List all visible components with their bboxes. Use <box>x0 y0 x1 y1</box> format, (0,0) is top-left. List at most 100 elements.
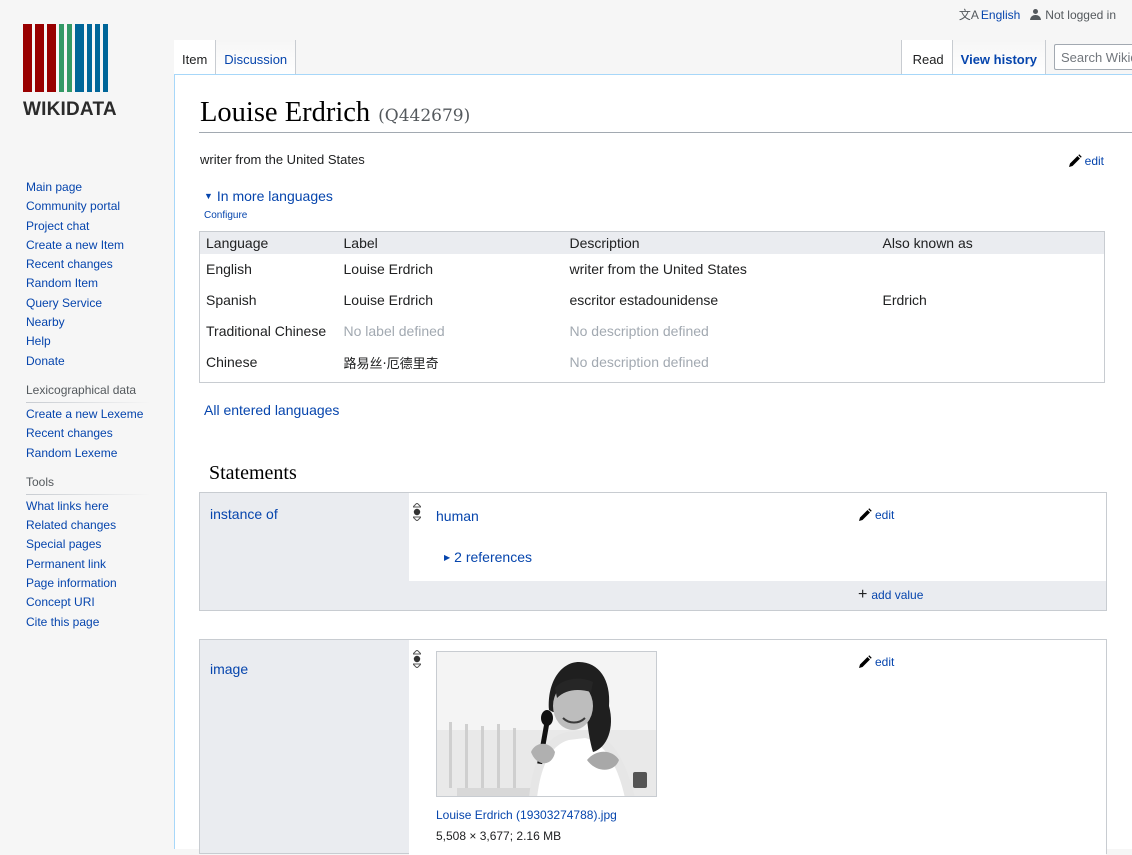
table-row: English Louise Erdrich writer from the U… <box>200 254 1105 285</box>
logo-wordmark: WIKIDATA <box>23 99 117 120</box>
sidebar-item: Random Lexeme <box>26 444 175 463</box>
row-label: 路易丝·厄德里奇 <box>343 356 439 372</box>
sidebar-item: Cite this page <box>26 613 175 632</box>
row-label: Louise Erdrich <box>343 261 434 277</box>
entity-description: writer from the United States <box>200 152 365 167</box>
sidebar-item: Main page <box>26 178 175 197</box>
table-row: Traditional Chinese No label defined No … <box>200 316 1105 347</box>
sidebar-link[interactable]: Cite this page <box>26 615 99 629</box>
tab-read[interactable]: Read <box>900 40 952 74</box>
tab-item[interactable]: Item <box>174 40 216 74</box>
sidebar-link[interactable]: What links here <box>26 499 109 513</box>
tab-view-history[interactable]: View history <box>951 40 1046 74</box>
sidebar-link[interactable]: Create a new Lexeme <box>26 407 143 421</box>
logo-bar <box>75 24 84 92</box>
user-status: Not logged in <box>1030 8 1116 22</box>
sidebar-item: Recent changes <box>26 424 175 443</box>
sidebar-item: Create a new Lexeme <box>26 405 175 424</box>
translate-icon: 文A <box>958 8 979 22</box>
sidebar-link[interactable]: Project chat <box>26 219 89 233</box>
value-link-human[interactable]: human <box>436 508 479 524</box>
edit-label: edit <box>875 655 895 669</box>
rank-selector-icon[interactable] <box>411 649 423 671</box>
references-toggle[interactable]: ▶ 2 references <box>444 549 532 565</box>
property-link-instance-of[interactable]: instance of <box>210 506 278 522</box>
statement-group-image: image Louise Erdrich (19303274788).jpg 5… <box>199 639 1107 855</box>
search-placeholder: Search Wikidata <box>1061 50 1132 65</box>
sidebar-item: Special pages <box>26 535 175 554</box>
image-thumbnail[interactable] <box>436 651 657 797</box>
entity-label: Louise Erdrich <box>200 97 371 128</box>
sidebar-link[interactable]: Donate <box>26 354 65 368</box>
references-label: 2 references <box>454 549 532 565</box>
table-row: Chinese 路易丝·厄德里奇 No description defined <box>200 347 1105 383</box>
sidebar-link[interactable]: Recent changes <box>26 426 113 440</box>
sidebar-link[interactable]: Main page <box>26 180 82 194</box>
rank-selector-icon[interactable] <box>411 502 423 524</box>
plus-icon: + <box>858 586 868 603</box>
view-history-label: View history <box>960 52 1037 67</box>
user-icon <box>1030 8 1042 20</box>
row-description: escritor estadounidense <box>569 292 719 308</box>
edit-label: edit <box>1084 154 1104 168</box>
sidebar-item: Concept URI <box>26 593 175 612</box>
statement-edit-button[interactable]: edit <box>858 655 894 669</box>
sidebar-link[interactable]: Page information <box>26 576 117 590</box>
sidebar-link[interactable]: Create a new Item <box>26 238 124 252</box>
pencil-icon <box>1068 154 1082 168</box>
description-edit-button[interactable]: edit <box>1068 154 1104 168</box>
language-link[interactable]: English <box>981 8 1020 22</box>
logo-bar <box>35 24 44 92</box>
language-selector[interactable]: 文A English <box>959 6 1020 23</box>
entity-id: (Q442679) <box>378 106 471 126</box>
image-file-link[interactable]: Louise Erdrich (19303274788).jpg <box>436 808 617 822</box>
sidebar-lexeme: Create a new Lexeme Recent changes Random … <box>0 405 175 463</box>
row-aliases <box>877 254 1105 285</box>
logo-barcode <box>23 24 149 92</box>
row-description: No description defined <box>569 323 709 339</box>
statement-edit-button[interactable]: edit <box>858 508 894 522</box>
statement-values: Louise Erdrich (19303274788).jpg 5,508 ×… <box>409 640 1106 855</box>
view-tabs: Read View history Search Wikidata <box>900 40 1132 74</box>
main-content: Louise Erdrich (Q442679) writer from the … <box>174 74 1132 855</box>
sidebar-link[interactable]: Related changes <box>26 518 116 532</box>
sidebar-link[interactable]: Query Service <box>26 296 102 310</box>
sidebar-item: Create a new Item <box>26 236 175 255</box>
wikidata-logo[interactable]: WIKIDATA <box>23 24 149 121</box>
sidebar-link[interactable]: Random Item <box>26 276 98 290</box>
sidebar-link[interactable]: Recent changes <box>26 257 113 271</box>
statements-heading: Statements <box>209 462 297 484</box>
table-header-row: Language Label Description Also known as <box>199 231 1105 254</box>
sidebar-item: Permanent link <box>26 555 175 574</box>
statement-values: human ▶ 2 references edit <box>409 493 1106 581</box>
property-link-image[interactable]: image <box>210 661 248 677</box>
sidebar-link[interactable]: Concept URI <box>26 595 95 609</box>
sidebar-link[interactable]: Permanent link <box>26 557 106 571</box>
logo-bar <box>23 24 32 92</box>
tab-discussion[interactable]: Discussion <box>215 40 297 74</box>
row-language: Spanish <box>206 292 257 308</box>
sidebar-link[interactable]: Special pages <box>26 537 101 551</box>
sidebar-link[interactable]: Help <box>26 334 51 348</box>
row-description: No description defined <box>569 354 709 371</box>
more-languages-toggle[interactable]: ▼ In more languages <box>204 188 333 204</box>
page-title: Louise Erdrich (Q442679) <box>200 97 470 129</box>
search-input[interactable]: Search Wikidata <box>1054 44 1132 70</box>
sidebar-link[interactable]: Community portal <box>26 199 120 213</box>
personal-tools: 文A English Not logged in <box>959 6 1116 23</box>
sidebar-link[interactable]: Random Lexeme <box>26 446 117 460</box>
all-entered-languages-link[interactable]: All entered languages <box>204 402 339 418</box>
column-header-language: Language <box>199 231 338 254</box>
add-value-button[interactable]: + add value <box>858 586 923 603</box>
sidebar-item: Page information <box>26 574 175 593</box>
statement-group-instance-of: instance of human ▶ 2 references edit + ad… <box>199 492 1107 611</box>
configure-link[interactable]: Configure <box>204 210 247 221</box>
sidebar-item: What links here <box>26 497 175 516</box>
row-aliases <box>877 347 1105 383</box>
column-header-description: Description <box>563 231 877 254</box>
sidebar-link[interactable]: Nearby <box>26 315 65 329</box>
sidebar-item: Recent changes <box>26 255 175 274</box>
tools-heading: Tools <box>0 473 175 495</box>
row-description: writer from the United States <box>569 261 747 277</box>
image-file-meta: 5,508 × 3,677; 2.16 MB <box>436 829 562 843</box>
